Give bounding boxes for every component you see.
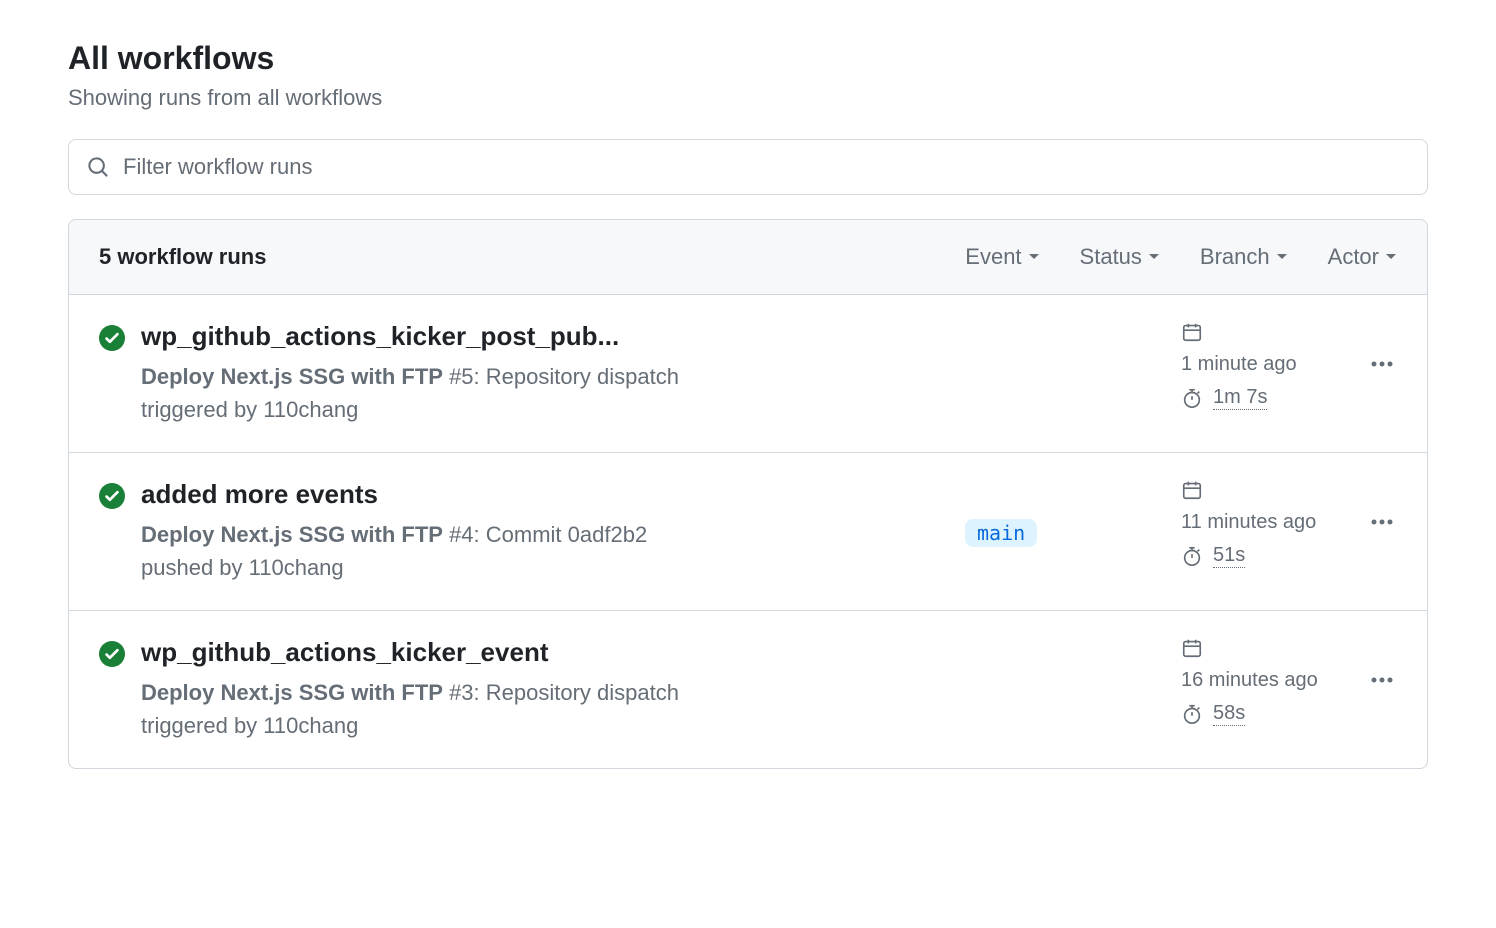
duration: 1m 7s [1213, 386, 1267, 410]
table-header: 5 workflow runs Event Status Branch Acto… [69, 220, 1427, 295]
time-ago-line [1181, 637, 1351, 659]
run-description: Deploy Next.js SSG with FTP #3: Reposito… [141, 676, 701, 742]
time-ago-text-line: 16 minutes ago [1181, 669, 1351, 692]
workflow-run-row[interactable]: wp_github_actions_kicker_event Deploy Ne… [69, 611, 1427, 768]
chevron-down-icon [1148, 253, 1160, 261]
kebab-icon [1371, 519, 1393, 525]
filter-branch[interactable]: Branch [1200, 244, 1288, 270]
search-input[interactable] [123, 154, 1409, 180]
workflow-name[interactable]: Deploy Next.js SSG with FTP [141, 522, 443, 547]
search-icon [87, 156, 109, 178]
filter-event[interactable]: Event [965, 244, 1039, 270]
workflow-run-row[interactable]: wp_github_actions_kicker_post_pub... Dep… [69, 295, 1427, 453]
run-description: Deploy Next.js SSG with FTP #5: Reposito… [141, 360, 701, 426]
success-icon [99, 325, 125, 351]
filter-status[interactable]: Status [1080, 244, 1160, 270]
stopwatch-icon [1181, 387, 1203, 409]
branch-label[interactable]: main [965, 519, 1037, 547]
run-count-label: 5 workflow runs [99, 244, 266, 270]
page-subtitle: Showing runs from all workflows [68, 85, 1428, 111]
branch-cell: main [965, 479, 1165, 547]
run-meta: 1 minute ago 1m 7s [1181, 321, 1351, 410]
chevron-down-icon [1028, 253, 1040, 261]
run-title[interactable]: added more events [141, 479, 701, 510]
duration-line: 51s [1181, 544, 1351, 568]
filter-actor-label: Actor [1328, 244, 1379, 270]
calendar-icon [1181, 479, 1203, 501]
chevron-down-icon [1385, 253, 1397, 261]
duration-line: 58s [1181, 702, 1351, 726]
stopwatch-icon [1181, 703, 1203, 725]
time-ago: 11 minutes ago [1181, 511, 1316, 534]
run-meta: 11 minutes ago 51s [1181, 479, 1351, 568]
run-menu-button[interactable] [1367, 479, 1397, 525]
time-ago-text-line: 11 minutes ago [1181, 511, 1351, 534]
calendar-icon [1181, 321, 1203, 343]
workflow-runs-table: 5 workflow runs Event Status Branch Acto… [68, 219, 1428, 769]
chevron-down-icon [1276, 253, 1288, 261]
filter-group: Event Status Branch Actor [965, 244, 1397, 270]
branch-cell [965, 637, 1165, 677]
duration: 51s [1213, 544, 1245, 568]
filter-status-label: Status [1080, 244, 1142, 270]
run-main: wp_github_actions_kicker_post_pub... Dep… [141, 321, 949, 426]
time-ago-line [1181, 479, 1351, 501]
run-menu-button[interactable] [1367, 637, 1397, 683]
search-container[interactable] [68, 139, 1428, 195]
duration: 58s [1213, 702, 1245, 726]
run-description: Deploy Next.js SSG with FTP #4: Commit 0… [141, 518, 701, 584]
filter-actor[interactable]: Actor [1328, 244, 1397, 270]
page-title: All workflows [68, 40, 1428, 77]
run-main: wp_github_actions_kicker_event Deploy Ne… [141, 637, 949, 742]
run-title[interactable]: wp_github_actions_kicker_post_pub... [141, 321, 701, 352]
time-ago: 16 minutes ago [1181, 669, 1318, 692]
kebab-icon [1371, 361, 1393, 367]
filter-event-label: Event [965, 244, 1021, 270]
workflow-name[interactable]: Deploy Next.js SSG with FTP [141, 364, 443, 389]
run-title[interactable]: wp_github_actions_kicker_event [141, 637, 701, 668]
kebab-icon [1371, 677, 1393, 683]
time-ago-text-line: 1 minute ago [1181, 353, 1351, 376]
duration-line: 1m 7s [1181, 386, 1351, 410]
run-menu-button[interactable] [1367, 321, 1397, 367]
success-icon [99, 483, 125, 509]
calendar-icon [1181, 637, 1203, 659]
time-ago: 1 minute ago [1181, 353, 1297, 376]
run-meta: 16 minutes ago 58s [1181, 637, 1351, 726]
workflow-run-row[interactable]: added more events Deploy Next.js SSG wit… [69, 453, 1427, 611]
success-icon [99, 641, 125, 667]
filter-branch-label: Branch [1200, 244, 1270, 270]
stopwatch-icon [1181, 545, 1203, 567]
time-ago-line [1181, 321, 1351, 343]
workflow-name[interactable]: Deploy Next.js SSG with FTP [141, 680, 443, 705]
run-main: added more events Deploy Next.js SSG wit… [141, 479, 949, 584]
branch-cell [965, 321, 1165, 361]
